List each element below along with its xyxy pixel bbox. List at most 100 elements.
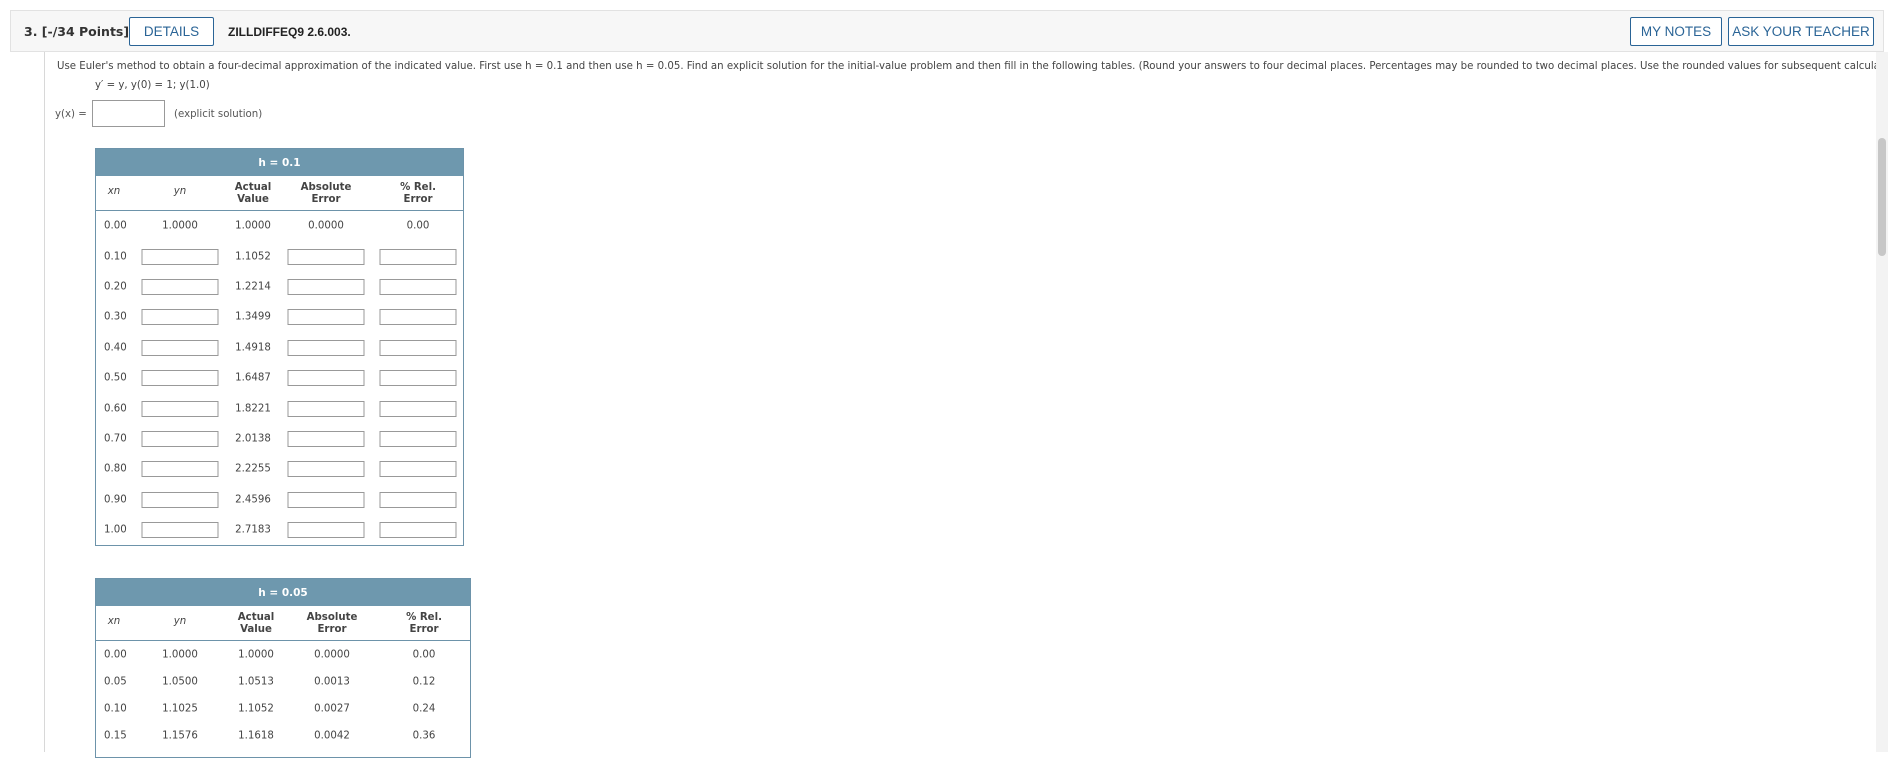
answer-input-abs[interactable] xyxy=(287,491,365,508)
answer-input-y[interactable] xyxy=(141,248,219,265)
table-row: 0.20 1.2214 xyxy=(96,272,463,302)
cell-abs: 0.0013 xyxy=(314,676,350,687)
cell-xn: 0.90 xyxy=(104,494,127,506)
answer-input-rel[interactable] xyxy=(379,522,457,539)
answer-input-rel[interactable] xyxy=(379,248,457,265)
answer-input-abs[interactable] xyxy=(287,339,365,356)
column-header-rel-error: % Rel. Error xyxy=(406,612,442,635)
ivp-equation: y′ = y, y(0) = 1; y(1.0) xyxy=(95,80,210,91)
table-row: 0.05 1.0500 1.0513 0.0013 0.12 xyxy=(96,668,470,695)
cell-xn: 0.00 xyxy=(104,649,127,660)
answer-input-y[interactable] xyxy=(141,461,219,478)
question-id: ZILLDIFFEQ9 2.6.003. xyxy=(228,25,351,39)
cell-actual: 1.2214 xyxy=(235,281,271,293)
column-header-xn: xn xyxy=(107,616,121,627)
column-header-actual: Actual Value xyxy=(234,182,272,205)
cell-rel: 0.36 xyxy=(412,730,436,741)
table-row: 0.40 1.4918 xyxy=(96,333,463,363)
cell-y: 1.1576 xyxy=(162,730,198,741)
answer-input-rel[interactable] xyxy=(379,370,457,387)
table-row: 0.80 2.2255 xyxy=(96,454,463,484)
answer-input-rel[interactable] xyxy=(379,339,457,356)
answer-input-abs[interactable] xyxy=(287,309,365,326)
table-row: 0.70 2.0138 xyxy=(96,424,463,454)
answer-input-abs[interactable] xyxy=(287,248,365,265)
table-title: h = 0.05 xyxy=(96,579,470,606)
cell-rel: 0.12 xyxy=(412,676,436,687)
cell-actual: 1.1052 xyxy=(238,703,274,714)
cell-xn: 0.20 xyxy=(104,281,127,293)
answer-input-rel[interactable] xyxy=(379,400,457,417)
column-header-absolute-error: Absolute Error xyxy=(306,612,358,635)
explicit-solution-note: (explicit solution) xyxy=(174,109,263,120)
question-header: 3. [-/34 Points] DETAILS ZILLDIFFEQ9 2.6… xyxy=(10,10,1884,52)
ask-teacher-button[interactable]: ASK YOUR TEACHER xyxy=(1728,17,1874,46)
answer-input-y[interactable] xyxy=(141,430,219,447)
cell-actual: 1.0513 xyxy=(238,676,274,687)
column-header-rel-error: % Rel. Error xyxy=(400,182,436,205)
page-scrollbar[interactable] xyxy=(1876,52,1888,752)
cell-abs: 0.0042 xyxy=(314,730,350,741)
cell-actual: 2.0138 xyxy=(235,433,271,445)
column-header-absolute-error: Absolute Error xyxy=(300,182,352,205)
cell-actual: 1.4918 xyxy=(235,342,271,354)
cell-actual: 2.7183 xyxy=(235,524,271,536)
cell-xn: 0.80 xyxy=(104,463,127,475)
table-row: 0.00 1.0000 1.0000 0.0000 0.00 xyxy=(96,641,470,668)
answer-input-abs[interactable] xyxy=(287,278,365,295)
cell-y: 1.0000 xyxy=(162,649,198,660)
cell-rel: 0.00 xyxy=(406,220,430,232)
answer-input-y[interactable] xyxy=(141,278,219,295)
cell-xn: 0.00 xyxy=(104,220,127,232)
answer-input-rel[interactable] xyxy=(379,461,457,478)
cell-xn: 1.00 xyxy=(104,524,127,536)
explicit-solution-label: y(x) = xyxy=(55,109,87,120)
answer-input-y[interactable] xyxy=(141,309,219,326)
answer-input-y[interactable] xyxy=(141,339,219,356)
table-row: 0.10 1.1025 1.1052 0.0027 0.24 xyxy=(96,695,470,722)
table-row: 0.15 1.1576 1.1618 0.0042 0.36 xyxy=(96,722,470,749)
answer-input-abs[interactable] xyxy=(287,400,365,417)
my-notes-button[interactable]: MY NOTES xyxy=(1630,17,1722,46)
column-header-actual: Actual Value xyxy=(237,612,275,635)
table-row: 0.50 1.6487 xyxy=(96,363,463,393)
cell-rel: 0.00 xyxy=(412,649,436,660)
answer-input-y[interactable] xyxy=(141,400,219,417)
answer-input-abs[interactable] xyxy=(287,461,365,478)
answer-input-abs[interactable] xyxy=(287,430,365,447)
details-button[interactable]: DETAILS xyxy=(129,17,214,46)
explicit-solution-input[interactable] xyxy=(92,100,165,127)
cell-xn: 0.10 xyxy=(104,251,127,263)
cell-actual: 1.3499 xyxy=(235,311,271,323)
cell-actual: 1.0000 xyxy=(235,220,271,232)
table-row: 0.00 1.0000 1.0000 0.0000 0.00 xyxy=(96,211,463,241)
cell-y: 1.0500 xyxy=(162,676,198,687)
cell-actual: 2.2255 xyxy=(235,463,271,475)
column-header-yn: yn xyxy=(173,186,187,197)
table-header-row: xn yn Actual Value Absolute Error % Rel. Er… xyxy=(96,176,463,211)
question-points-label: 3. [-/34 Points] xyxy=(24,24,130,39)
answer-input-abs[interactable] xyxy=(287,522,365,539)
answer-input-rel[interactable] xyxy=(379,309,457,326)
cell-xn: 0.60 xyxy=(104,403,127,415)
cell-actual: 1.6487 xyxy=(235,372,271,384)
answer-input-rel[interactable] xyxy=(379,430,457,447)
answer-input-abs[interactable] xyxy=(287,370,365,387)
cell-rel: 0.24 xyxy=(412,703,436,714)
table-title: h = 0.1 xyxy=(96,149,463,176)
answer-input-rel[interactable] xyxy=(379,491,457,508)
question-instructions: Use Euler's method to obtain a four-deci… xyxy=(57,61,1888,72)
cell-y: 1.0000 xyxy=(162,220,198,232)
cell-y: 1.1025 xyxy=(162,703,198,714)
answer-input-y[interactable] xyxy=(141,370,219,387)
scrollbar-thumb[interactable] xyxy=(1878,138,1886,256)
answer-input-rel[interactable] xyxy=(379,278,457,295)
table-header-row: xn yn Actual Value Absolute Error % Rel. Er… xyxy=(96,606,470,641)
table-row: 0.10 1.1052 xyxy=(96,241,463,271)
table-row: 1.00 2.7183 xyxy=(96,515,463,545)
cell-xn: 0.15 xyxy=(104,730,127,741)
answer-input-y[interactable] xyxy=(141,522,219,539)
cell-xn: 0.05 xyxy=(104,676,127,687)
cell-xn: 0.40 xyxy=(104,342,127,354)
answer-input-y[interactable] xyxy=(141,491,219,508)
